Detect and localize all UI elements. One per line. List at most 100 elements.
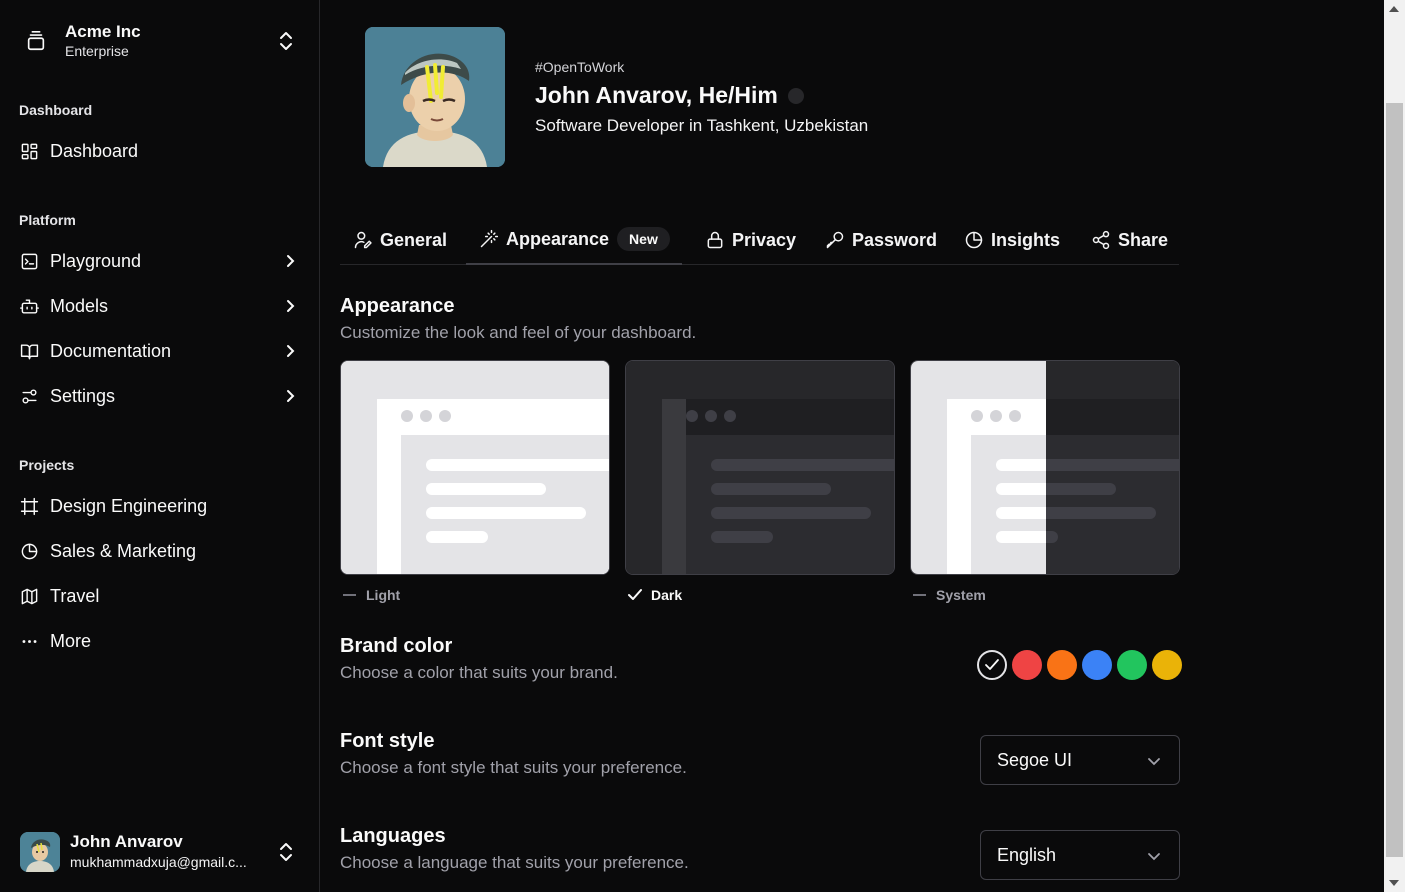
- tab-share[interactable]: Share: [1091, 215, 1168, 265]
- chevron-right-icon: [287, 300, 295, 312]
- user-menu[interactable]: John Anvarov mukhammadxuja@gmail.c...: [10, 822, 310, 882]
- swatch-red[interactable]: [1012, 650, 1042, 680]
- pie-chart-icon: [19, 541, 39, 561]
- sidebar-item-documentation[interactable]: Documentation: [10, 331, 310, 371]
- share-icon: [1091, 230, 1111, 250]
- languages-title: Languages: [340, 825, 446, 847]
- sidebar-item-models[interactable]: Models: [10, 286, 310, 326]
- profile-photo: [365, 27, 505, 167]
- sidebar-item-label: Design Engineering: [50, 495, 208, 516]
- group-label-platform: Platform: [19, 212, 76, 228]
- swatch-blue[interactable]: [1082, 650, 1112, 680]
- unselected-dash-icon: [343, 594, 356, 596]
- user-pen-icon: [353, 230, 373, 250]
- swatch-yellow[interactable]: [1152, 650, 1182, 680]
- theme-card-system[interactable]: [910, 360, 1180, 575]
- user-name: John Anvarov: [70, 832, 183, 851]
- more-horizontal-icon: [19, 631, 39, 651]
- lock-icon: [705, 230, 725, 250]
- theme-option-dark[interactable]: Dark: [627, 587, 682, 603]
- tab-label: Insights: [991, 229, 1061, 250]
- check-icon: [985, 659, 999, 670]
- font-style-description: Choose a font style that suits your pref…: [340, 758, 687, 777]
- chevron-right-icon: [287, 345, 295, 357]
- sidebar-item-label: More: [50, 630, 92, 651]
- avatar: [20, 832, 60, 872]
- layers-icon: [18, 23, 54, 59]
- sidebar: Acme Inc Enterprise Dashboard Dashboard …: [0, 0, 320, 892]
- sidebar-item-playground[interactable]: Playground: [10, 241, 310, 281]
- brand-color-description: Choose a color that suits your brand.: [340, 663, 618, 682]
- sidebar-item-design-engineering[interactable]: Design Engineering: [10, 486, 310, 526]
- tab-password[interactable]: Password: [825, 215, 937, 265]
- tab-label: Appearance: [506, 228, 610, 249]
- dark-preview-illustration: [626, 361, 894, 574]
- group-label-dashboard: Dashboard: [19, 102, 93, 118]
- tab-label: Password: [852, 229, 938, 250]
- pie-chart-icon: [964, 230, 984, 250]
- scroll-down-arrow-icon[interactable]: [1389, 880, 1399, 886]
- swatch-green[interactable]: [1117, 650, 1147, 680]
- team-switcher[interactable]: Acme Inc Enterprise: [10, 12, 310, 70]
- sidebar-item-dashboard[interactable]: Dashboard: [10, 131, 310, 171]
- chevron-down-icon: [1148, 853, 1160, 861]
- theme-card-light[interactable]: [340, 360, 610, 575]
- tab-insights[interactable]: Insights: [964, 215, 1060, 265]
- brand-color-swatches: [977, 650, 1182, 680]
- appearance-title: Appearance: [340, 295, 455, 317]
- swatch-black[interactable]: [977, 650, 1007, 680]
- sidebar-item-travel[interactable]: Travel: [10, 576, 310, 616]
- group-label-projects: Projects: [19, 457, 75, 473]
- sidebar-item-label: Travel: [50, 585, 100, 606]
- grid-icon: [19, 141, 39, 161]
- chevron-down-icon: [1148, 758, 1160, 766]
- chevron-right-icon: [287, 255, 295, 267]
- check-icon: [628, 589, 642, 600]
- theme-card-dark[interactable]: [625, 360, 895, 575]
- chevron-right-icon: [287, 390, 295, 402]
- sidebar-item-label: Documentation: [50, 340, 172, 361]
- languages-description: Choose a language that suits your prefer…: [340, 853, 689, 872]
- font-style-select[interactable]: Segoe UI: [980, 735, 1180, 785]
- book-icon: [19, 341, 39, 361]
- chevrons-up-down-icon: [280, 32, 292, 50]
- theme-label-light: Light: [366, 587, 401, 603]
- language-select[interactable]: English: [980, 830, 1180, 880]
- open-to-work-tag: #OpenToWork: [535, 59, 625, 75]
- map-icon: [19, 586, 39, 606]
- scroll-up-arrow-icon[interactable]: [1389, 6, 1399, 12]
- chevrons-up-down-icon: [280, 843, 292, 861]
- profile-role: Software Developer in Tashkent, Uzbekist…: [535, 116, 869, 135]
- settings-tabs: General Appearance New Privacy Password: [340, 215, 1179, 265]
- font-style-title: Font style: [340, 730, 435, 752]
- scrollbar-thumb[interactable]: [1386, 103, 1403, 857]
- sidebar-item-sales-marketing[interactable]: Sales & Marketing: [10, 531, 310, 571]
- profile-name: John Anvarov, He/Him: [535, 82, 804, 109]
- appearance-description: Customize the look and feel of your dash…: [340, 323, 697, 342]
- sidebar-item-settings[interactable]: Settings: [10, 376, 310, 416]
- sidebar-item-label: Playground: [50, 250, 142, 271]
- tab-label: Share: [1118, 229, 1169, 250]
- theme-label-system: System: [936, 587, 986, 603]
- tab-appearance[interactable]: Appearance New: [466, 215, 682, 265]
- unselected-dash-icon: [913, 594, 926, 596]
- system-preview-illustration: [911, 361, 1179, 574]
- tab-label: Privacy: [732, 229, 797, 250]
- language-value: English: [997, 844, 1057, 865]
- terminal-icon: [19, 251, 39, 271]
- user-email: mukhammadxuja@gmail.c...: [70, 854, 247, 870]
- wand-icon: [479, 229, 499, 249]
- sidebar-item-more[interactable]: More: [10, 621, 310, 661]
- team-plan: Enterprise: [65, 43, 129, 59]
- tab-privacy[interactable]: Privacy: [705, 215, 796, 265]
- swatch-orange[interactable]: [1047, 650, 1077, 680]
- theme-option-light[interactable]: Light: [343, 587, 400, 603]
- tab-general[interactable]: General: [353, 215, 447, 265]
- page-scrollbar[interactable]: [1384, 0, 1405, 892]
- tab-label: General: [380, 229, 448, 250]
- brand-color-title: Brand color: [340, 635, 453, 657]
- sidebar-item-label: Settings: [50, 385, 116, 406]
- profile-name-text: John Anvarov, He/Him: [535, 82, 778, 108]
- theme-option-system[interactable]: System: [913, 587, 986, 603]
- sidebar-item-label: Models: [50, 295, 109, 316]
